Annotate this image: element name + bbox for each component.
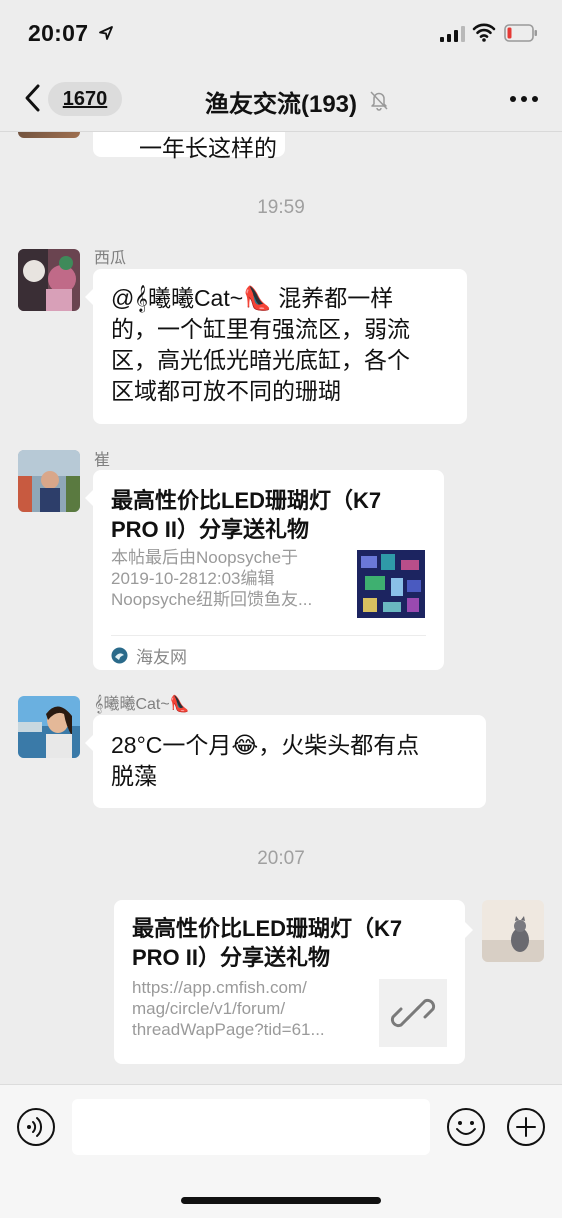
- link-card[interactable]: 最高性价比LED珊瑚灯（K7 PRO II）分享送礼物 本帖最后由Noopsyc…: [85, 470, 444, 670]
- timestamp: 20:07: [257, 848, 305, 869]
- status-time: 20:07: [28, 20, 89, 46]
- plus-icon[interactable]: [506, 1107, 546, 1147]
- voice-icon[interactable]: [16, 1107, 56, 1147]
- location-arrow-icon: [99, 26, 113, 40]
- cellular-signal-icon: [440, 26, 465, 42]
- message-bubble[interactable]: 28°C一个月😂，火柴头都有点 脱藻: [85, 715, 486, 808]
- link-description: https://app.cmfish.com/ mag/circle/v1/fo…: [132, 978, 325, 1039]
- battery-icon: [504, 24, 537, 42]
- message-bubble[interactable]: 一年长这样的: [93, 132, 285, 161]
- message-bubble[interactable]: @𝄞曦曦Cat~👠 混养都一样 的，一个缸里有强流区，弱流 区，高光低光暗光底缸…: [85, 269, 467, 424]
- avatar[interactable]: [18, 696, 80, 758]
- link-thumbnail: [379, 979, 447, 1047]
- home-indicator[interactable]: [181, 1197, 381, 1204]
- divider: [111, 635, 426, 636]
- link-icon: [390, 998, 436, 1028]
- timestamp: 19:59: [257, 197, 305, 218]
- avatar[interactable]: [482, 900, 544, 962]
- link-thumbnail: [357, 550, 425, 618]
- message-input[interactable]: [72, 1099, 430, 1155]
- sender-name: 𝄞曦曦Cat~👠: [94, 696, 190, 713]
- link-card[interactable]: 最高性价比LED珊瑚灯（K7 PRO II）分享送礼物 https://app.…: [114, 900, 473, 1064]
- link-title: 最高性价比LED珊瑚灯（K7 PRO II）分享送礼物: [132, 916, 403, 970]
- link-title: 最高性价比LED珊瑚灯（K7 PRO II）分享送礼物: [111, 488, 382, 542]
- sender-name: 崔: [94, 452, 111, 469]
- message-text: 28°C一个月😂，火柴头都有点 脱藻: [111, 732, 420, 789]
- link-source: 海友网: [111, 643, 187, 668]
- message-text: 一年长这样的: [139, 135, 277, 161]
- wifi-icon: [472, 23, 496, 42]
- link-description: 本帖最后由Noopsyche于 2019-10-2812:03编辑 Noopsy…: [111, 548, 313, 609]
- avatar[interactable]: [18, 450, 80, 512]
- avatar[interactable]: [18, 249, 80, 311]
- more-options-button[interactable]: [510, 96, 538, 102]
- sender-name: 西瓜: [94, 250, 127, 267]
- message-text: @𝄞曦曦Cat~👠 混养都一样 的，一个缸里有强流区，弱流 区，高光低光暗光底缸…: [111, 285, 410, 404]
- chat-area[interactable]: 一年长这样的 19:59 西瓜 @𝄞曦曦Cat~👠 混养都一样 的，一个缸里有强…: [0, 132, 562, 1084]
- nav-bar: 1670 渔友交流(193): [0, 66, 562, 132]
- status-bar: 20:07: [0, 0, 562, 66]
- bell-off-icon: [370, 91, 388, 111]
- source-logo-icon: [111, 647, 128, 664]
- chat-title: 渔友交流(193): [204, 91, 358, 118]
- emoji-icon[interactable]: [446, 1107, 486, 1147]
- avatar[interactable]: [18, 132, 80, 138]
